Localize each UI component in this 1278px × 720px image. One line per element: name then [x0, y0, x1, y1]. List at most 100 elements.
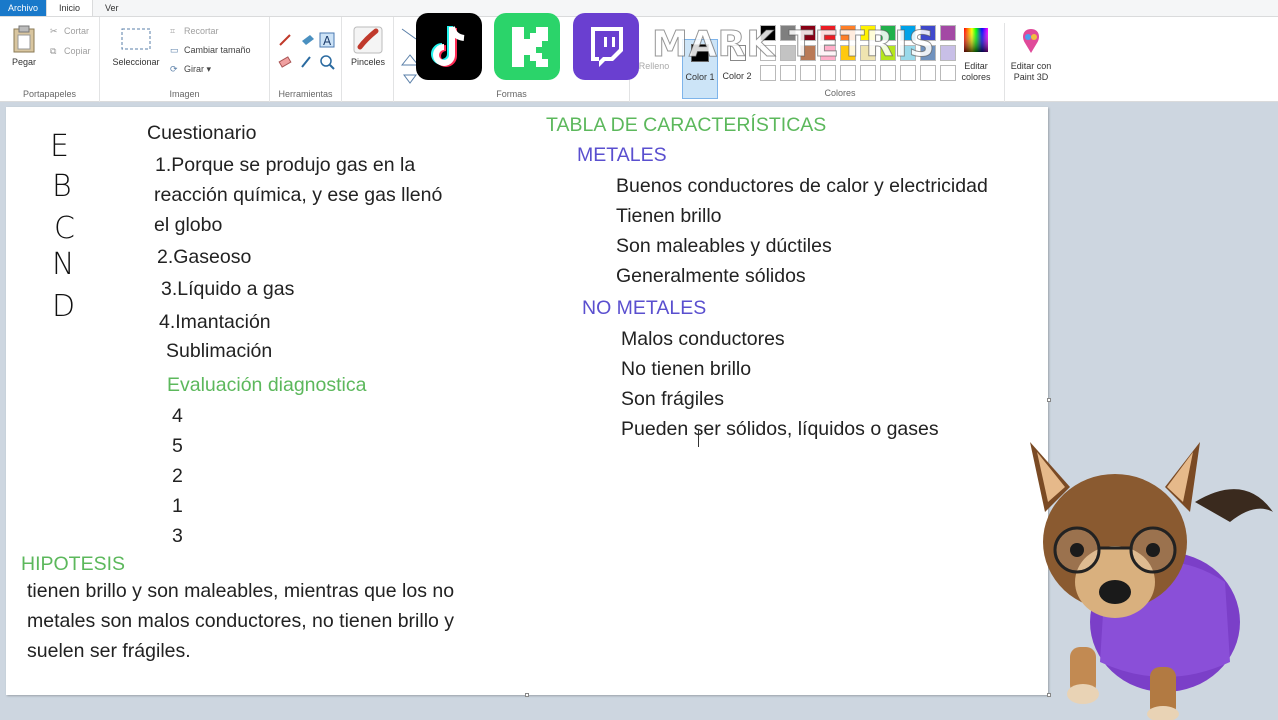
tab-inicio[interactable]: Inicio	[46, 0, 94, 16]
magnifier-icon	[320, 55, 332, 67]
dog-mascot-image	[1030, 442, 1273, 720]
question-4: 4.Imantación	[159, 311, 271, 333]
edit-colors-icon	[964, 28, 988, 52]
paint3d-icon	[1023, 29, 1039, 53]
evaluacion-title: Evaluación diagnostica	[167, 374, 367, 396]
ribbon-tabs: Archivo Inicio Ver	[0, 0, 1278, 17]
custom-color-swatch[interactable]	[840, 65, 856, 81]
edit-colors-label: Editar colores	[961, 61, 991, 82]
resize-icon: ▭	[170, 45, 179, 55]
metales-item: Son maleables y dúctiles	[616, 235, 832, 257]
no-metales-title: NO METALES	[582, 297, 707, 319]
copy-icon: ⧉	[50, 46, 57, 56]
custom-color-swatch[interactable]	[940, 65, 956, 81]
color2-label: Color 2	[722, 71, 752, 81]
handwritten-letter: C	[54, 211, 75, 246]
metales-title: METALES	[577, 144, 667, 166]
handwritten-letter: E	[50, 129, 69, 164]
group-portapapeles: Pegar ✂ Cortar ⧉ Copiar Portapapeles	[0, 17, 100, 102]
scissors-icon: ✂	[50, 26, 58, 36]
clipboard-icon[interactable]	[12, 25, 36, 53]
svg-text:A: A	[323, 34, 332, 48]
handwritten-letter: D	[52, 289, 76, 324]
no-metales-item: Pueden ser sólidos, líquidos o gases	[621, 418, 939, 440]
tab-ver[interactable]: Ver	[93, 0, 131, 16]
no-metales-item: Malos conductores	[621, 328, 785, 350]
palette-swatch[interactable]	[940, 25, 956, 41]
question-2: 2.Gaseoso	[157, 246, 252, 268]
tab-archivo[interactable]: Archivo	[0, 0, 47, 16]
handwritten-letter: N	[52, 247, 75, 282]
twitch-icon	[591, 27, 623, 67]
channel-watermark: MARK TETRIS	[652, 24, 936, 66]
custom-color-swatch[interactable]	[820, 65, 836, 81]
cuestionario-title: Cuestionario	[147, 122, 257, 144]
resize-handle-bottom[interactable]	[525, 693, 529, 697]
group-pinceles[interactable]: Pinceles	[342, 17, 394, 102]
tiktok-logo	[416, 13, 482, 80]
kick-icon	[512, 27, 548, 67]
hipotesis-title: HIPOTESIS	[21, 553, 126, 575]
brush-icon[interactable]	[352, 25, 384, 55]
paste-button[interactable]: Pegar	[6, 57, 42, 67]
evaluacion-answer: 5	[172, 435, 183, 457]
group-label-herramientas: Herramientas	[278, 89, 333, 99]
paint-window: Archivo Inicio Ver Pegar ✂ Cortar ⧉ Copi…	[0, 0, 1278, 720]
evaluacion-answer: 2	[172, 465, 183, 487]
question-4-b: Sublimación	[166, 340, 273, 362]
group-imagen: Seleccionar ⌗ Recortar ▭ Cambiar tamaño …	[100, 17, 270, 102]
text-cursor	[698, 429, 699, 447]
tools-grid: A	[278, 32, 335, 70]
palette-swatch[interactable]	[940, 45, 956, 61]
custom-color-swatch[interactable]	[760, 65, 776, 81]
hipotesis-line: suelen ser frágiles.	[27, 640, 191, 662]
group-label-imagen: Imagen	[169, 89, 200, 99]
handwritten-letter: B	[52, 169, 72, 204]
group-label-portapapeles: Portapapeles	[22, 89, 77, 99]
cut-button[interactable]: Cortar	[64, 26, 89, 36]
fill-icon	[302, 35, 314, 45]
group-label-colores: Colores	[824, 88, 856, 98]
custom-color-swatch[interactable]	[920, 65, 936, 81]
custom-color-swatch[interactable]	[780, 65, 796, 81]
hipotesis-line: metales son malos conductores, no tienen…	[27, 610, 455, 632]
select-button[interactable]: Seleccionar	[106, 57, 166, 67]
group-label-formas: Formas	[496, 89, 527, 99]
kick-logo	[494, 13, 560, 80]
question-1-line: reacción química, y ese gas llenó	[154, 184, 443, 206]
resize-handle-right[interactable]	[1047, 398, 1051, 402]
metales-item: Tienen brillo	[616, 205, 722, 227]
brushes-button[interactable]: Pinceles	[344, 57, 392, 67]
metales-item: Generalmente sólidos	[616, 265, 806, 287]
evaluacion-answer: 4	[172, 405, 183, 427]
eraser-icon	[278, 56, 292, 68]
evaluacion-answer: 1	[172, 495, 183, 517]
crop-button[interactable]: Recortar	[184, 26, 219, 36]
question-1-line: 1.Porque se produjo gas en la	[155, 154, 416, 176]
rotate-button[interactable]: Girar ▾	[184, 64, 211, 75]
evaluacion-answer: 3	[172, 525, 183, 547]
copy-button[interactable]: Copiar	[64, 46, 91, 56]
drawing-canvas[interactable]: E B C N D Cuestionario 1.Porque se produ…	[6, 107, 1048, 695]
edit-colors-button[interactable]: Editar colores	[960, 23, 992, 103]
rotate-icon: ⟳	[170, 64, 178, 74]
color1-label: Color 1	[685, 72, 715, 82]
question-1-line: el globo	[154, 214, 223, 236]
custom-color-swatch[interactable]	[800, 65, 816, 81]
tabla-title: TABLA DE CARACTERÍSTICAS	[546, 114, 827, 136]
resize-button[interactable]: Cambiar tamaño	[184, 45, 251, 55]
custom-color-swatch[interactable]	[860, 65, 876, 81]
paint3d-button[interactable]: Editar con Paint 3D	[1004, 23, 1056, 103]
select-rect-icon[interactable]	[120, 27, 152, 51]
twitch-logo	[573, 13, 639, 80]
color-picker-icon	[301, 56, 311, 68]
metales-item: Buenos conductores de calor y electricid…	[616, 175, 988, 197]
group-herramientas: A Herramientas	[270, 17, 342, 102]
paint3d-label: Editar con Paint 3D	[1010, 61, 1052, 82]
crop-icon: ⌗	[170, 26, 176, 36]
hipotesis-line: tienen brillo y son maleables, mientras …	[27, 580, 455, 602]
no-metales-item: Son frágiles	[621, 388, 724, 410]
no-metales-item: No tienen brillo	[621, 358, 752, 380]
custom-color-swatch[interactable]	[900, 65, 916, 81]
custom-color-swatch[interactable]	[880, 65, 896, 81]
